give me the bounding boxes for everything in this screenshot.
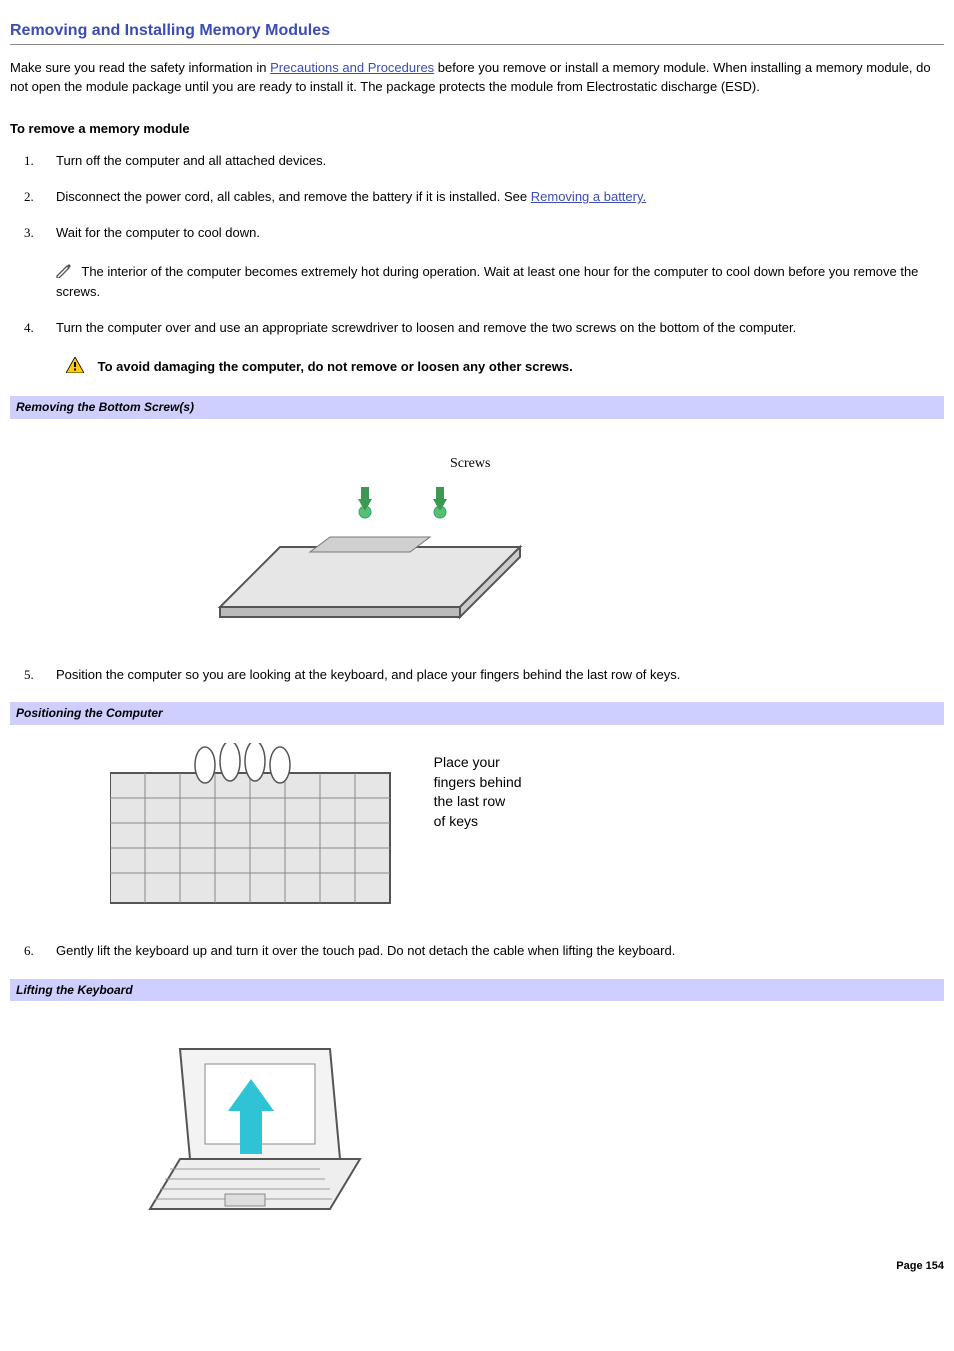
title-divider	[10, 44, 944, 45]
figure-caption-positioning: Positioning the Computer	[10, 702, 944, 725]
step-1: Turn off the computer and all attached d…	[42, 152, 944, 170]
page-number: Page 154	[10, 1259, 944, 1274]
figure-caption-bottom-screws: Removing the Bottom Screw(s)	[10, 396, 944, 419]
steps-list-cont1: Position the computer so you are looking…	[42, 666, 944, 684]
step-5: Position the computer so you are looking…	[42, 666, 944, 684]
precautions-link[interactable]: Precautions and Procedures	[270, 60, 434, 75]
step-1-text: Turn off the computer and all attached d…	[56, 153, 326, 168]
step-2-text: Disconnect the power cord, all cables, a…	[56, 189, 531, 204]
step-6-text: Gently lift the keyboard up and turn it …	[56, 943, 675, 958]
warning-triangle-icon	[66, 357, 84, 378]
figure-lifting	[10, 1001, 944, 1248]
step-4: Turn the computer over and use an approp…	[42, 319, 944, 378]
laptop-lift-illustration	[110, 1019, 370, 1224]
hot-note: The interior of the computer becomes ext…	[56, 263, 944, 301]
steps-list: Turn off the computer and all attached d…	[42, 152, 944, 378]
screw-warning-text: To avoid damaging the computer, do not r…	[98, 359, 573, 374]
laptop-bottom-illustration: Screws	[160, 437, 540, 642]
screw-warning: To avoid damaging the computer, do not r…	[56, 357, 944, 378]
figure-caption-lifting: Lifting the Keyboard	[10, 979, 944, 1002]
remove-module-heading: To remove a memory module	[10, 120, 944, 138]
intro-paragraph: Make sure you read the safety informatio…	[10, 59, 944, 95]
removing-battery-link[interactable]: Removing a battery.	[531, 189, 646, 204]
page-title: Removing and Installing Memory Modules	[10, 20, 944, 42]
fingers-callout-label: Place your fingers behind the last row o…	[434, 753, 522, 831]
step-2: Disconnect the power cord, all cables, a…	[42, 188, 944, 206]
steps-list-cont2: Gently lift the keyboard up and turn it …	[42, 942, 944, 960]
hot-note-text: The interior of the computer becomes ext…	[56, 264, 918, 299]
pencil-note-icon	[56, 264, 74, 283]
step-5-text: Position the computer so you are looking…	[56, 667, 680, 682]
figure-bottom-screws: Screws	[10, 419, 944, 666]
keyboard-fingers-illustration	[110, 743, 410, 918]
step-3: Wait for the computer to cool down. The …	[42, 224, 944, 301]
screws-label: Screws	[450, 456, 490, 471]
intro-text-1: Make sure you read the safety informatio…	[10, 60, 270, 75]
step-3-text: Wait for the computer to cool down.	[56, 225, 260, 240]
figure-positioning: Place your fingers behind the last row o…	[10, 725, 944, 942]
step-4-text: Turn the computer over and use an approp…	[56, 320, 796, 335]
step-6: Gently lift the keyboard up and turn it …	[42, 942, 944, 960]
